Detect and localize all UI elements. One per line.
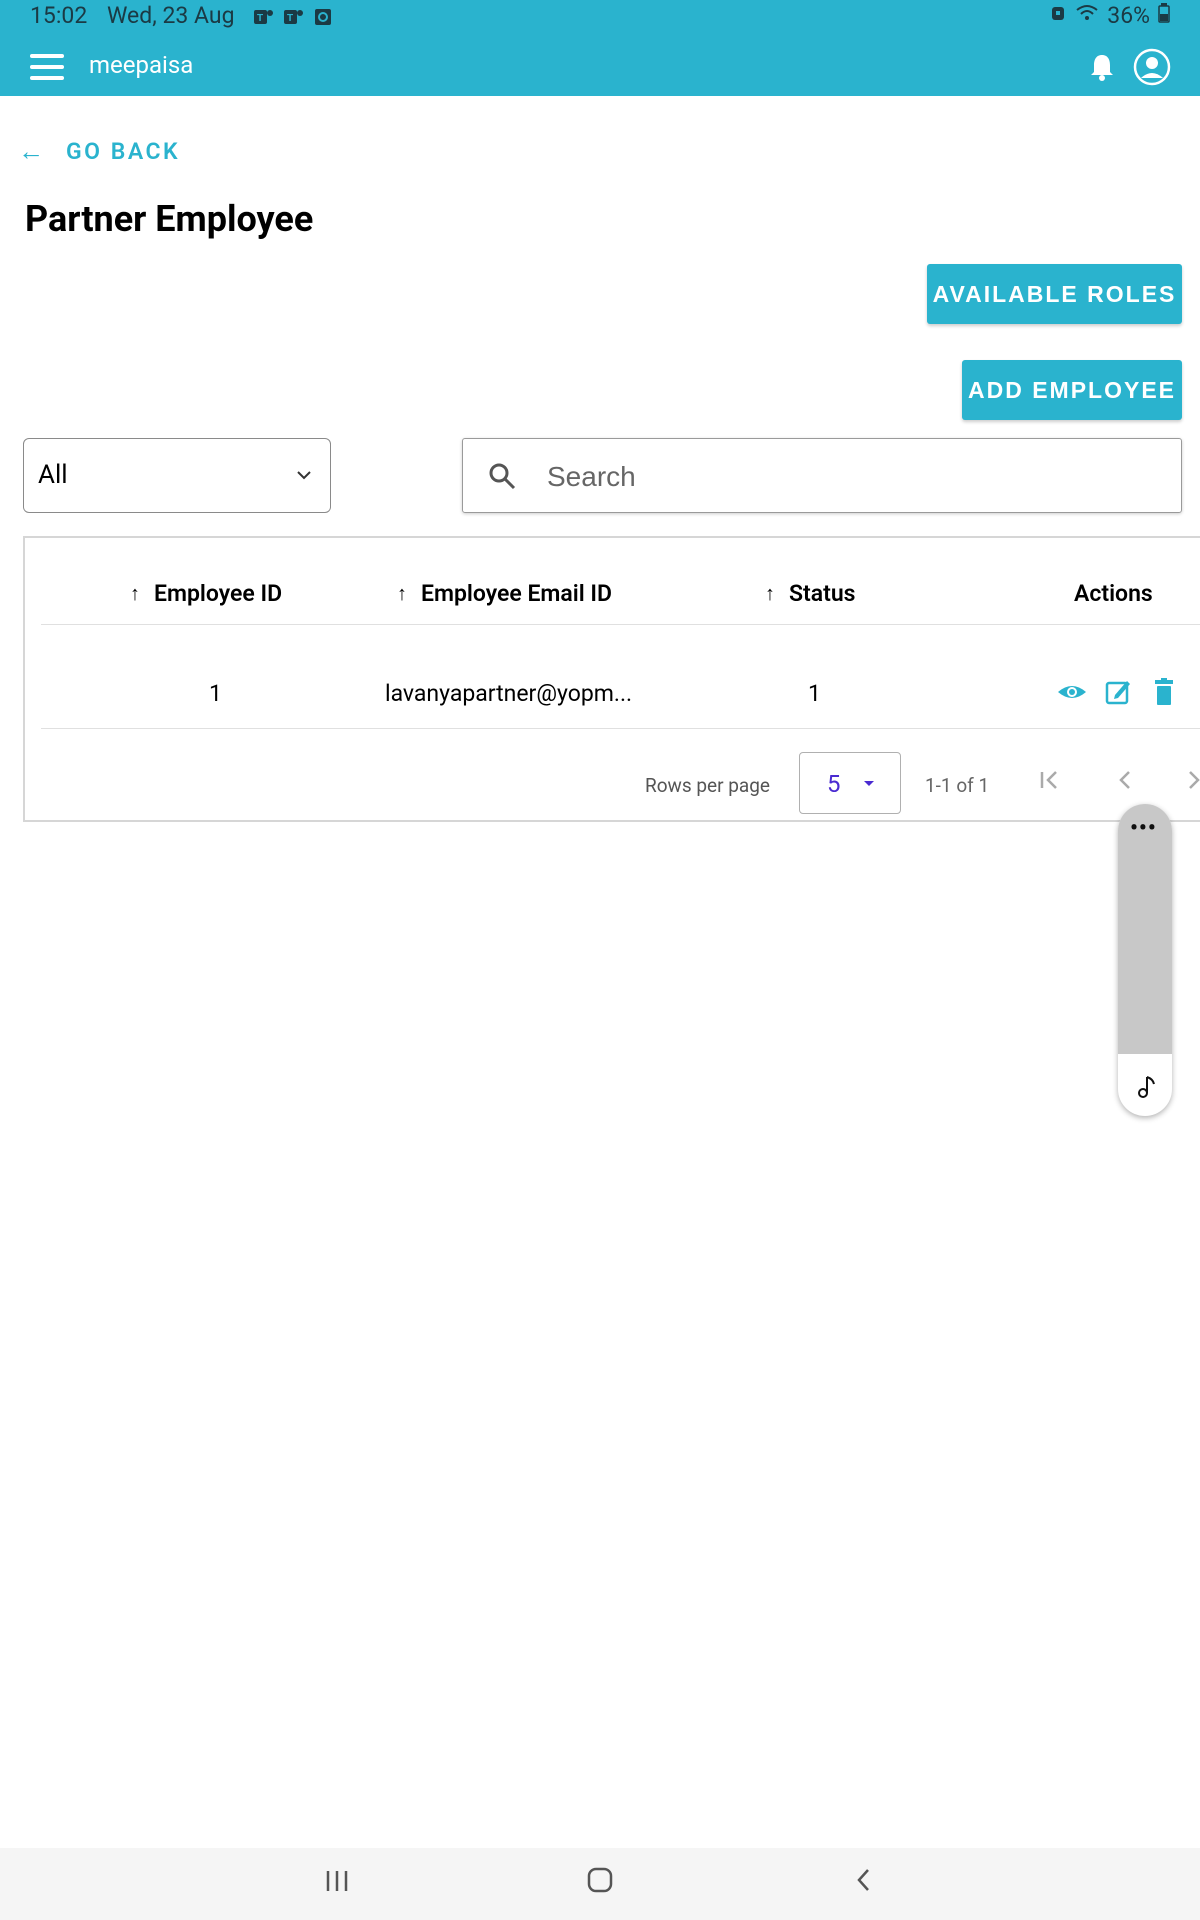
teams-icon: T <box>252 6 274 28</box>
cell-employee-id: 1 <box>209 680 222 707</box>
column-header-employee-id[interactable]: ↑ Employee ID <box>130 580 282 607</box>
status-time: 15:02 <box>30 2 88 29</box>
account-icon[interactable] <box>1133 48 1171 86</box>
column-header-label: Status <box>789 580 856 607</box>
delete-icon[interactable] <box>1148 676 1180 708</box>
first-page-icon[interactable] <box>1036 766 1064 794</box>
chevron-down-icon <box>294 465 314 485</box>
column-header-status[interactable]: ↑ Status <box>765 580 856 607</box>
view-icon[interactable] <box>1056 676 1088 708</box>
cell-status: 1 <box>808 680 821 707</box>
app-title: meepaisa <box>89 51 194 79</box>
system-navigation-bar <box>0 1848 1200 1920</box>
rows-per-page-label: Rows per page <box>645 774 770 797</box>
svg-text:T: T <box>287 13 293 24</box>
go-back-link[interactable]: ← GO BACK <box>18 138 180 165</box>
bell-icon[interactable] <box>1089 52 1115 82</box>
filter-selected-value: All <box>38 460 68 490</box>
sort-arrow-up-icon: ↑ <box>765 581 775 605</box>
music-note-icon[interactable] <box>1133 1074 1157 1100</box>
more-options-icon[interactable]: ••• <box>1130 818 1157 840</box>
menu-icon[interactable] <box>30 54 64 80</box>
add-employee-button[interactable]: ADD EMPLOYEE <box>962 360 1182 420</box>
back-icon[interactable] <box>851 1866 877 1894</box>
row-actions <box>1056 676 1180 708</box>
header-divider <box>41 624 1200 625</box>
recent-apps-icon[interactable] <box>324 1868 350 1894</box>
page-title: Partner Employee <box>25 198 314 240</box>
home-icon[interactable] <box>587 1866 613 1894</box>
teams-icon: T <box>282 6 304 28</box>
status-right: 36% <box>1049 2 1170 29</box>
status-date: Wed, 23 Aug <box>107 2 235 29</box>
sort-arrow-up-icon: ↑ <box>130 581 140 605</box>
column-header-label: Employee Email ID <box>421 580 613 607</box>
previous-page-icon[interactable] <box>1111 766 1139 794</box>
notification-icons: T T <box>252 6 334 28</box>
column-header-actions: Actions <box>1074 580 1153 607</box>
rows-per-page-select[interactable]: 5 <box>799 752 901 814</box>
caret-down-icon <box>864 781 874 786</box>
arrow-left-icon: ← <box>18 136 44 167</box>
row-divider <box>41 728 1200 729</box>
go-back-label: GO BACK <box>66 138 181 165</box>
alarm-icon <box>1049 2 1067 29</box>
sort-arrow-up-icon: ↑ <box>397 581 407 605</box>
svg-text:T: T <box>257 13 263 24</box>
cell-employee-email: lavanyapartner@yopm... <box>385 680 633 707</box>
column-header-label: Employee ID <box>154 580 283 607</box>
battery-icon <box>1158 2 1170 29</box>
search-icon <box>487 461 517 491</box>
search-input[interactable] <box>547 457 1147 497</box>
column-header-email[interactable]: ↑ Employee Email ID <box>397 580 612 607</box>
available-roles-button[interactable]: AVAILABLE ROLES <box>927 264 1182 324</box>
battery-level: 36% <box>1107 2 1150 29</box>
employee-table: ↑ Employee ID ↑ Employee Email ID ↑ Stat… <box>23 536 1200 822</box>
wifi-icon <box>1075 2 1099 29</box>
top-bar: 15:02 Wed, 23 Aug T T 36% meepaisa <box>0 0 1200 96</box>
rows-per-page-value: 5 <box>827 770 841 798</box>
status-filter-select[interactable]: All <box>23 438 331 513</box>
search-field[interactable] <box>462 438 1182 513</box>
floating-side-panel[interactable]: ••• <box>1118 804 1172 1116</box>
column-header-label: Actions <box>1074 580 1153 607</box>
edit-icon[interactable] <box>1102 676 1134 708</box>
side-panel-handle[interactable] <box>1118 804 1172 1054</box>
pagination-range: 1-1 of 1 <box>925 774 990 797</box>
outlook-icon <box>312 6 334 28</box>
next-page-icon[interactable] <box>1180 766 1200 794</box>
